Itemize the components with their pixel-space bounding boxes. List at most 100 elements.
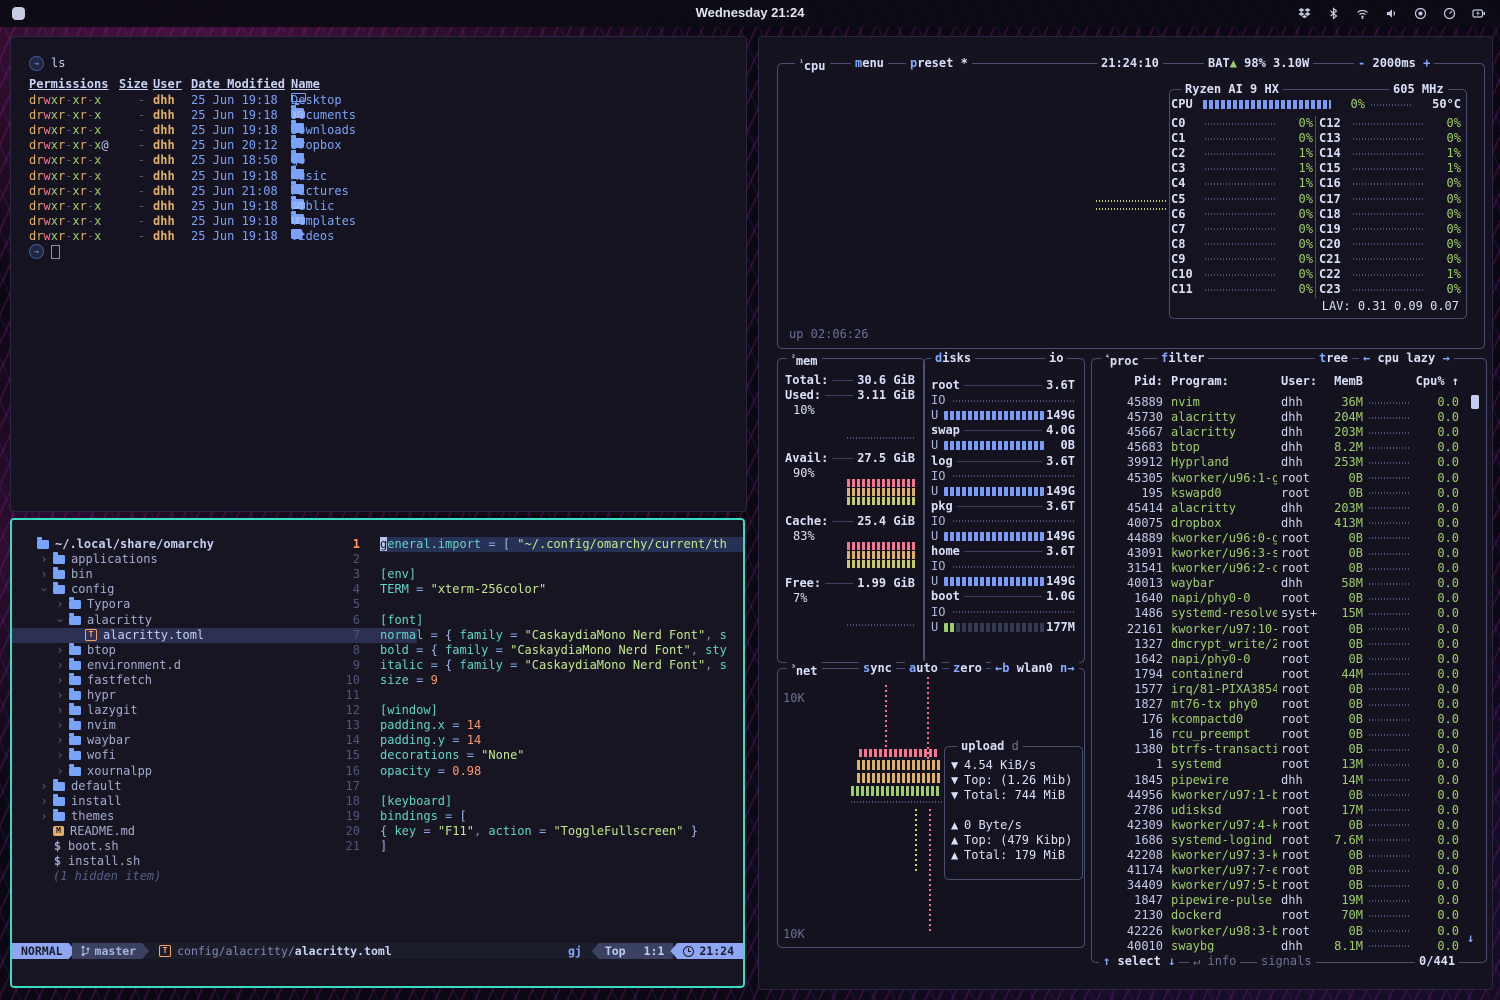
gauge-icon[interactable] [1443, 7, 1456, 20]
code-line[interactable]: normal = { family = "CaskaydiaMono Nerd … [380, 628, 743, 643]
editor-window[interactable]: ~/.local/share/omarchy›applications›bin›… [10, 518, 745, 988]
process-row[interactable]: 1827mt76-tx phy0root0B0.0 [1097, 697, 1461, 712]
process-row[interactable]: 1327dmcrypt_write/25root0B0.0 [1097, 637, 1461, 652]
process-row[interactable]: 176kcompactd0root0B0.0 [1097, 712, 1461, 727]
record-icon[interactable] [1414, 7, 1427, 20]
tree-item[interactable]: $boot.sh [12, 839, 385, 854]
tree-item[interactable]: ›alacritty [12, 613, 388, 628]
process-row[interactable]: 44956kworker/u97:1-btroot0B0.0 [1097, 788, 1461, 803]
tree-item[interactable]: ›waybar [12, 733, 388, 748]
prompt-line-input[interactable]: → [29, 244, 60, 259]
code-line[interactable]: opacity = 0.98 [380, 764, 743, 779]
process-row[interactable]: 45889nvimdhh36M0.0 [1097, 395, 1461, 410]
wifi-icon[interactable] [1356, 7, 1369, 20]
process-row[interactable]: 44889kworker/u96:0-gfroot0B0.0 [1097, 531, 1461, 546]
tree-item[interactable]: ›bin [12, 567, 372, 582]
tree-item[interactable]: $install.sh [12, 854, 385, 869]
tree-item[interactable]: ›lazygit [12, 703, 388, 718]
code-line[interactable]: padding.y = 14 [380, 733, 743, 748]
process-row[interactable]: 40010swaybgdhh8.1M0.0 [1097, 939, 1461, 954]
code-line[interactable]: decorations = "None" [380, 748, 743, 763]
process-row[interactable]: 1642napi/phy0-0root0B0.0 [1097, 652, 1461, 667]
tree-item[interactable]: ~/.local/share/omarchy [12, 537, 369, 552]
preset-button[interactable]: preset * [906, 56, 972, 70]
net-interface-switch[interactable]: ←b wlan0 n→ [991, 661, 1079, 675]
process-row[interactable]: 34409kworker/u97:5-btroot0B0.0 [1097, 878, 1461, 893]
code-line[interactable]: [window] [380, 703, 743, 718]
process-row[interactable]: 40075dropboxdhh413M0.0 [1097, 516, 1461, 531]
code-line[interactable]: general.import = [ "~/.config/omarchy/cu… [380, 537, 743, 552]
proc-signals-hint[interactable]: signals [1257, 954, 1316, 968]
code-line[interactable]: bindings = [ [380, 809, 743, 824]
tree-item[interactable]: ›wofi [12, 748, 388, 763]
code-line[interactable]: TERM = "xterm-256color" [380, 582, 743, 597]
net-sync-toggle[interactable]: sync [859, 661, 896, 675]
tree-item[interactable]: MREADME.md [12, 824, 385, 839]
process-row[interactable]: 39912Hyprlanddhh253M0.0 [1097, 455, 1461, 470]
process-row[interactable]: 1845pipewiredhh14M0.0 [1097, 773, 1461, 788]
code-line[interactable]: [keyboard] [380, 794, 743, 809]
terminal-window-ls[interactable]: → ls Permissions Size User Date Modified… [10, 36, 747, 512]
tree-item[interactable]: ›config [12, 582, 372, 597]
process-row[interactable]: 195kswapd0root0B0.0 [1097, 486, 1461, 501]
proc-filter-button[interactable]: filter [1157, 351, 1208, 365]
code-line[interactable]: ] [380, 839, 743, 854]
tree-item[interactable]: ›Typora [12, 597, 388, 612]
code-line[interactable] [380, 552, 743, 567]
tree-item[interactable]: ›environment.d [12, 658, 388, 673]
proc-tree-toggle[interactable]: tree [1315, 351, 1352, 365]
code-line[interactable]: [env] [380, 567, 743, 582]
process-row[interactable]: 2786udisksdroot17M0.0 [1097, 803, 1461, 818]
menu-button[interactable]: menu [851, 56, 888, 70]
process-row[interactable]: 2130dockerdroot70M0.0 [1097, 908, 1461, 923]
process-row[interactable]: 42208kworker/u97:3-kcroot0B0.0 [1097, 848, 1461, 863]
dropbox-icon[interactable] [1298, 7, 1311, 20]
proc-info-hint[interactable]: ↵ info [1189, 954, 1240, 968]
tree-item[interactable]: ›themes [12, 809, 372, 824]
process-row[interactable]: 1577irq/81-PIXA3854:root0B0.0 [1097, 682, 1461, 697]
process-row[interactable]: 45730alacrittydhh204M0.0 [1097, 410, 1461, 425]
tree-item[interactable]: ›hypr [12, 688, 388, 703]
git-branch-segment[interactable]: master [72, 943, 150, 959]
process-row[interactable]: 16rcu_preemptroot0B0.0 [1097, 727, 1461, 742]
process-row[interactable]: 42226kworker/u98:3-btroot0B0.0 [1097, 924, 1461, 939]
tree-item[interactable]: ›nvim [12, 718, 388, 733]
volume-icon[interactable] [1385, 7, 1398, 20]
tree-item[interactable]: ›fastfetch [12, 673, 388, 688]
process-row[interactable]: 1380btrfs-transactioroot0B0.0 [1097, 742, 1461, 757]
battery-icon[interactable] [1472, 7, 1486, 20]
code-line[interactable] [380, 597, 743, 612]
tab-disks[interactable]: disks [931, 351, 975, 365]
bluetooth-icon[interactable] [1327, 7, 1340, 20]
process-row[interactable]: 1systemdroot13M0.0 [1097, 757, 1461, 772]
tab-mem[interactable]: ²mem [787, 351, 822, 365]
tab-net[interactable]: ³net [787, 661, 822, 675]
tree-item[interactable]: ›default [12, 779, 372, 794]
process-row[interactable]: 31541kworker/u96:2-coroot0B0.0 [1097, 561, 1461, 576]
process-row[interactable]: 45414alacrittydhh203M0.0 [1097, 501, 1461, 516]
btop-window[interactable]: ¹cpu menu preset * 21:24:10 BAT▲ 98% 3.1… [758, 36, 1493, 990]
tab-cpu[interactable]: ¹cpu [795, 56, 830, 70]
proc-sort-selector[interactable]: ← cpu lazy → [1359, 351, 1454, 365]
code-line[interactable]: padding.x = 14 [380, 718, 743, 733]
tab-proc[interactable]: ⁴proc [1101, 351, 1143, 365]
tree-item[interactable]: ›applications [12, 552, 372, 567]
code-line[interactable]: bold = { family = "CaskaydiaMono Nerd Fo… [380, 643, 743, 658]
code-line[interactable] [380, 779, 743, 794]
net-zero-toggle[interactable]: zero [949, 661, 986, 675]
tree-item[interactable]: ›btop [12, 643, 388, 658]
process-row[interactable]: 45683btopdhh8.2M0.0 [1097, 440, 1461, 455]
code-line[interactable]: [font] [380, 613, 743, 628]
process-row[interactable]: 1794containerdroot44M0.0 [1097, 667, 1461, 682]
tree-item[interactable]: ›xournalpp [12, 764, 388, 779]
disks-io-toggle[interactable]: io [1045, 351, 1067, 365]
process-row[interactable]: 45667alacrittydhh203M0.0 [1097, 425, 1461, 440]
tree-item[interactable]: ›install [12, 794, 372, 809]
net-auto-toggle[interactable]: auto [905, 661, 942, 675]
process-row[interactable]: 41174kworker/u97:7-evroot0B0.0 [1097, 863, 1461, 878]
process-row[interactable]: 1640napi/phy0-0root0B0.0 [1097, 591, 1461, 606]
code-line[interactable]: { key = "F11", action = "ToggleFullscree… [380, 824, 743, 839]
process-row[interactable]: 1686systemd-logindroot7.6M0.0 [1097, 833, 1461, 848]
process-row[interactable]: 45305kworker/u96:1-gfroot0B0.0 [1097, 471, 1461, 486]
proc-scrollbar[interactable] [1471, 395, 1479, 409]
